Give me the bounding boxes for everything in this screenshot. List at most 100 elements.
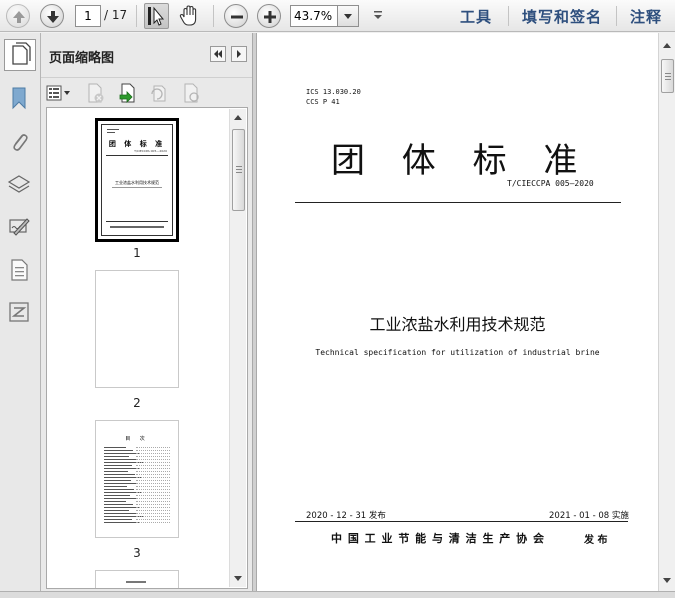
content-button[interactable] [6, 257, 32, 283]
hand-tool-icon [179, 5, 197, 26]
extract-page-icon [184, 83, 199, 103]
document-scrollbar[interactable] [658, 33, 675, 591]
document-icon [11, 259, 28, 281]
paperclip-icon [13, 134, 28, 151]
compare-icon [9, 302, 29, 322]
toc-dots [136, 492, 170, 493]
toc-line [104, 456, 129, 457]
scroll-up-arrow-icon[interactable] [234, 115, 242, 120]
publisher-name: 中 国 工 业 节 能 与 清 洁 生 产 协 会 [331, 532, 545, 545]
zoom-dropdown-button[interactable] [338, 5, 359, 27]
toc-dots [136, 456, 170, 457]
thumbnail-panel: 页面缩略图 团 体 标 准 T/CIECCPA 005—2020 工业浓盐水利用… [41, 33, 252, 591]
attachments-button[interactable] [6, 129, 32, 155]
hand-tool-button[interactable] [176, 3, 202, 29]
toc-dots [136, 480, 170, 481]
toc-dots [136, 474, 170, 475]
standard-type-title: 团 体 标 准 [331, 141, 578, 181]
tools-link[interactable]: 工具 [460, 6, 492, 27]
thumbnail-options-button[interactable] [45, 82, 73, 104]
select-tool-button[interactable] [144, 3, 169, 29]
panel-header: 页面缩略图 [41, 33, 252, 75]
chevron-down-icon [374, 11, 382, 19]
toc-dots [136, 489, 170, 490]
thumbnail-heading: 工业浓盐水利用技术规范 [115, 180, 159, 185]
toc-line [104, 459, 136, 460]
compare-button[interactable] [6, 299, 32, 325]
document-title-en: Technical specification for utilization … [315, 348, 600, 357]
scrollbar-thumb[interactable] [661, 59, 674, 93]
publish-date: 2020 - 12 - 31 发布 [306, 511, 386, 521]
ics-code: ICS 13.030.20 [306, 88, 361, 96]
toc-dots [136, 462, 170, 463]
zoom-in-button[interactable] [257, 4, 281, 28]
comment-link[interactable]: 注释 [630, 6, 662, 27]
scroll-up-arrow-icon[interactable] [663, 43, 671, 48]
layers-button[interactable] [6, 171, 32, 197]
toc-dots [136, 459, 170, 460]
scroll-down-arrow-icon[interactable] [663, 578, 671, 583]
insert-page-icon [119, 83, 135, 103]
page-number-input[interactable]: 1 [75, 5, 101, 27]
page-total: / 17 [104, 8, 128, 22]
thumbnail-page-preview: 团 体 标 准 T/CIECCPA 005—2020 工业浓盐水利用技术规范 [101, 124, 173, 236]
thumbnail-toolbar [41, 77, 252, 107]
page-thumbnail-1[interactable]: 团 体 标 准 T/CIECCPA 005—2020 工业浓盐水利用技术规范 [95, 118, 179, 242]
signatures-button[interactable] [6, 213, 32, 239]
signature-pen-icon [9, 218, 30, 236]
toc-dots [136, 510, 170, 511]
toc-dots [136, 465, 170, 466]
bookmarks-button[interactable] [6, 85, 32, 111]
ccs-code: CCS P 41 [306, 98, 340, 106]
document-page: ICS 13.030.20 CCS P 41 团 体 标 准 T/CIECCPA… [257, 33, 658, 591]
rotate-page-icon [151, 85, 166, 102]
collapse-panel-button[interactable] [210, 46, 226, 62]
toc-line [104, 489, 134, 490]
cursor-select-icon [148, 6, 165, 26]
toc-dots [136, 495, 170, 496]
scroll-down-arrow-icon[interactable] [234, 576, 242, 581]
next-page-button[interactable] [40, 4, 64, 28]
toc-line [104, 471, 128, 472]
toc-dots [136, 519, 170, 520]
zoom-out-button[interactable] [224, 4, 248, 28]
toc-line [104, 474, 135, 475]
toc-dots [136, 498, 170, 499]
toc-dots [136, 453, 170, 454]
toc-line [104, 465, 132, 466]
options-menu-icon [46, 85, 70, 101]
thumbnail-scrollbar[interactable] [229, 109, 246, 587]
toc-dots [136, 471, 170, 472]
chevron-right-icon [237, 50, 241, 58]
thumbnail-code: T/CIECCPA 005—2020 [134, 149, 167, 153]
toc-dots [136, 522, 170, 523]
layers-icon [7, 175, 31, 193]
page-thumbnail-2[interactable] [95, 270, 179, 388]
extract-pages-button[interactable] [180, 82, 202, 104]
previous-page-button[interactable] [6, 4, 30, 28]
publisher-suffix: 发 布 [584, 535, 608, 546]
page-thumbnail-3[interactable]: 目 次 [95, 420, 179, 538]
toc-line [104, 447, 126, 448]
delete-pages-button[interactable] [84, 82, 106, 104]
toc-line [104, 498, 137, 499]
rotate-pages-button[interactable] [148, 82, 170, 104]
scrollbar-thumb[interactable] [232, 129, 245, 211]
toolbar-divider [136, 5, 137, 27]
header-rule [295, 202, 621, 203]
toc-line [104, 450, 133, 451]
toc-line [104, 507, 140, 508]
page-thumbnails-button[interactable] [4, 39, 36, 71]
toc-dots [136, 504, 170, 505]
navigation-rail [0, 33, 41, 591]
toc-dots [136, 483, 170, 484]
expand-panel-button[interactable] [231, 46, 247, 62]
toc-line [104, 486, 127, 487]
toc-dots [136, 501, 170, 502]
fill-and-sign-link[interactable]: 填写和签名 [522, 6, 602, 27]
page-thumbnail-4[interactable] [95, 570, 179, 588]
more-tools-dropdown[interactable] [368, 6, 388, 26]
minus-icon [231, 15, 243, 19]
zoom-level-input[interactable]: 43.7% [290, 5, 338, 27]
insert-pages-button[interactable] [117, 82, 139, 104]
